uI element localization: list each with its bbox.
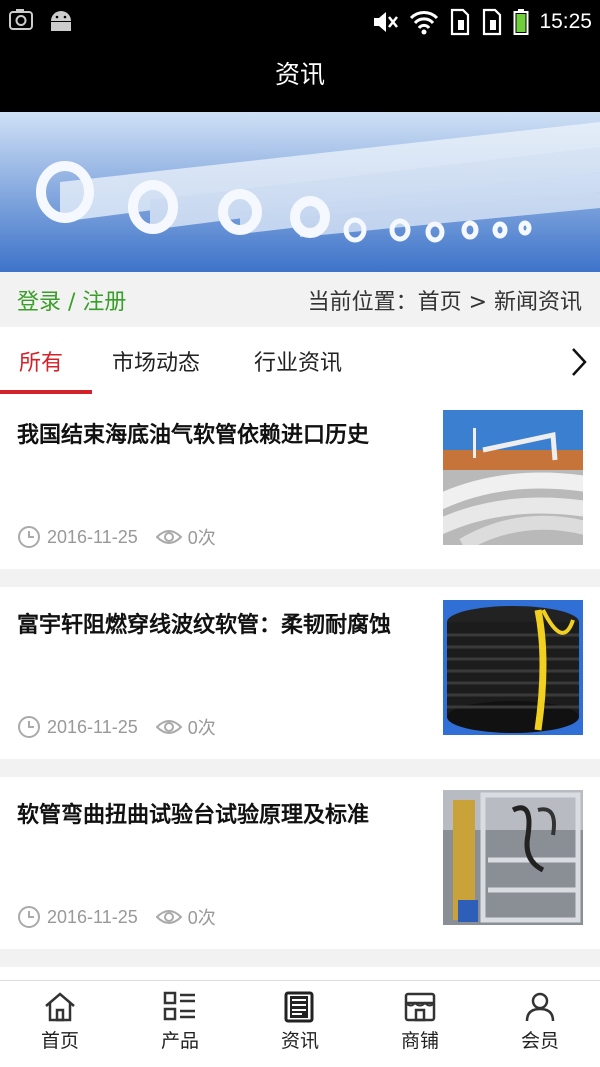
banner-image[interactable] — [0, 112, 600, 272]
breadcrumb: 当前位置：首页 > 新闻资讯 — [307, 290, 582, 315]
news-meta: 2016-11-25 0次 — [17, 714, 216, 740]
news-thumbnail[interactable] — [443, 410, 583, 545]
tab-all[interactable]: 所有 — [19, 345, 63, 377]
home-icon — [45, 992, 75, 1022]
news-date: 2016-11-25 — [47, 526, 138, 547]
news-date: 2016-11-25 — [47, 716, 138, 737]
news-meta: 2016-11-25 0次 — [17, 904, 216, 930]
sim-2-icon — [483, 8, 502, 36]
auth-separator: / — [61, 290, 83, 315]
news-thumbnail[interactable] — [443, 600, 583, 735]
auth-links: 登录 / 注册 — [17, 284, 126, 316]
mute-icon — [374, 12, 399, 32]
nav-news-label: 资讯 — [280, 1030, 319, 1052]
eye-icon — [155, 910, 182, 924]
register-link[interactable]: 注册 — [82, 290, 126, 315]
screenshot-icon — [9, 9, 33, 30]
news-views: 0次 — [187, 528, 216, 548]
nav-news[interactable]: 资讯 — [240, 981, 360, 1067]
clock: 15:25 — [539, 10, 592, 33]
nav-home[interactable]: 首页 — [0, 981, 120, 1067]
chevron-right-icon — [572, 348, 587, 376]
shop-icon — [404, 992, 436, 1022]
bottom-nav: 首页 产品 资讯 商铺 会员 — [0, 980, 600, 1067]
tab-industry-news[interactable]: 行业资讯 — [254, 345, 342, 377]
clock-icon — [18, 716, 40, 738]
location-bar: 登录 / 注册 当前位置：首页 > 新闻资讯 — [0, 272, 600, 327]
clock-icon — [18, 906, 40, 928]
nav-home-label: 首页 — [40, 1030, 79, 1052]
tab-market-news[interactable]: 市场动态 — [112, 345, 200, 377]
news-views: 0次 — [187, 718, 216, 738]
news-title[interactable]: 富宇轩阻燃穿线波纹软管：柔韧耐腐蚀 — [17, 611, 407, 641]
nav-products[interactable]: 产品 — [120, 981, 240, 1067]
nav-products-label: 产品 — [160, 1030, 199, 1052]
battery-icon — [513, 9, 529, 35]
status-bar: 15:25 — [0, 0, 600, 44]
news-views: 0次 — [187, 908, 216, 928]
page-title: 资讯 — [274, 60, 325, 89]
clock-icon — [18, 526, 40, 548]
eye-icon — [155, 720, 182, 734]
news-item[interactable]: 富宇轩阻燃穿线波纹软管：柔韧耐腐蚀 2016-11-25 0次 — [0, 587, 600, 759]
category-tabs: 所有 市场动态 行业资讯 — [0, 327, 600, 397]
android-icon — [51, 11, 71, 31]
news-item[interactable]: 软管弯曲扭曲试验台试验原理及标准 2016-11-25 0次 — [0, 777, 600, 949]
nav-shop-label: 商铺 — [400, 1030, 439, 1052]
sim-1-icon — [451, 8, 470, 36]
nav-member[interactable]: 会员 — [480, 981, 600, 1067]
title-bar: 资讯 — [0, 44, 600, 112]
tabs-scroll-right[interactable] — [538, 327, 600, 397]
eye-icon — [155, 530, 182, 544]
user-icon — [525, 992, 555, 1022]
news-title[interactable]: 软管弯曲扭曲试验台试验原理及标准 — [17, 801, 407, 831]
news-date: 2016-11-25 — [47, 906, 138, 927]
news-icon — [284, 991, 314, 1023]
news-thumbnail[interactable] — [443, 790, 583, 925]
news-meta: 2016-11-25 0次 — [17, 524, 216, 550]
news-item[interactable]: 我国结束海底油气软管依赖进口历史 2016-11-25 0次 — [0, 397, 600, 569]
nav-member-label: 会员 — [520, 1030, 559, 1052]
active-tab-indicator — [0, 390, 92, 394]
nav-shop[interactable]: 商铺 — [360, 981, 480, 1067]
login-link[interactable]: 登录 — [17, 290, 61, 315]
news-title[interactable]: 我国结束海底油气软管依赖进口历史 — [17, 421, 407, 451]
grid-list-icon — [163, 991, 195, 1021]
wifi-icon — [410, 11, 439, 35]
